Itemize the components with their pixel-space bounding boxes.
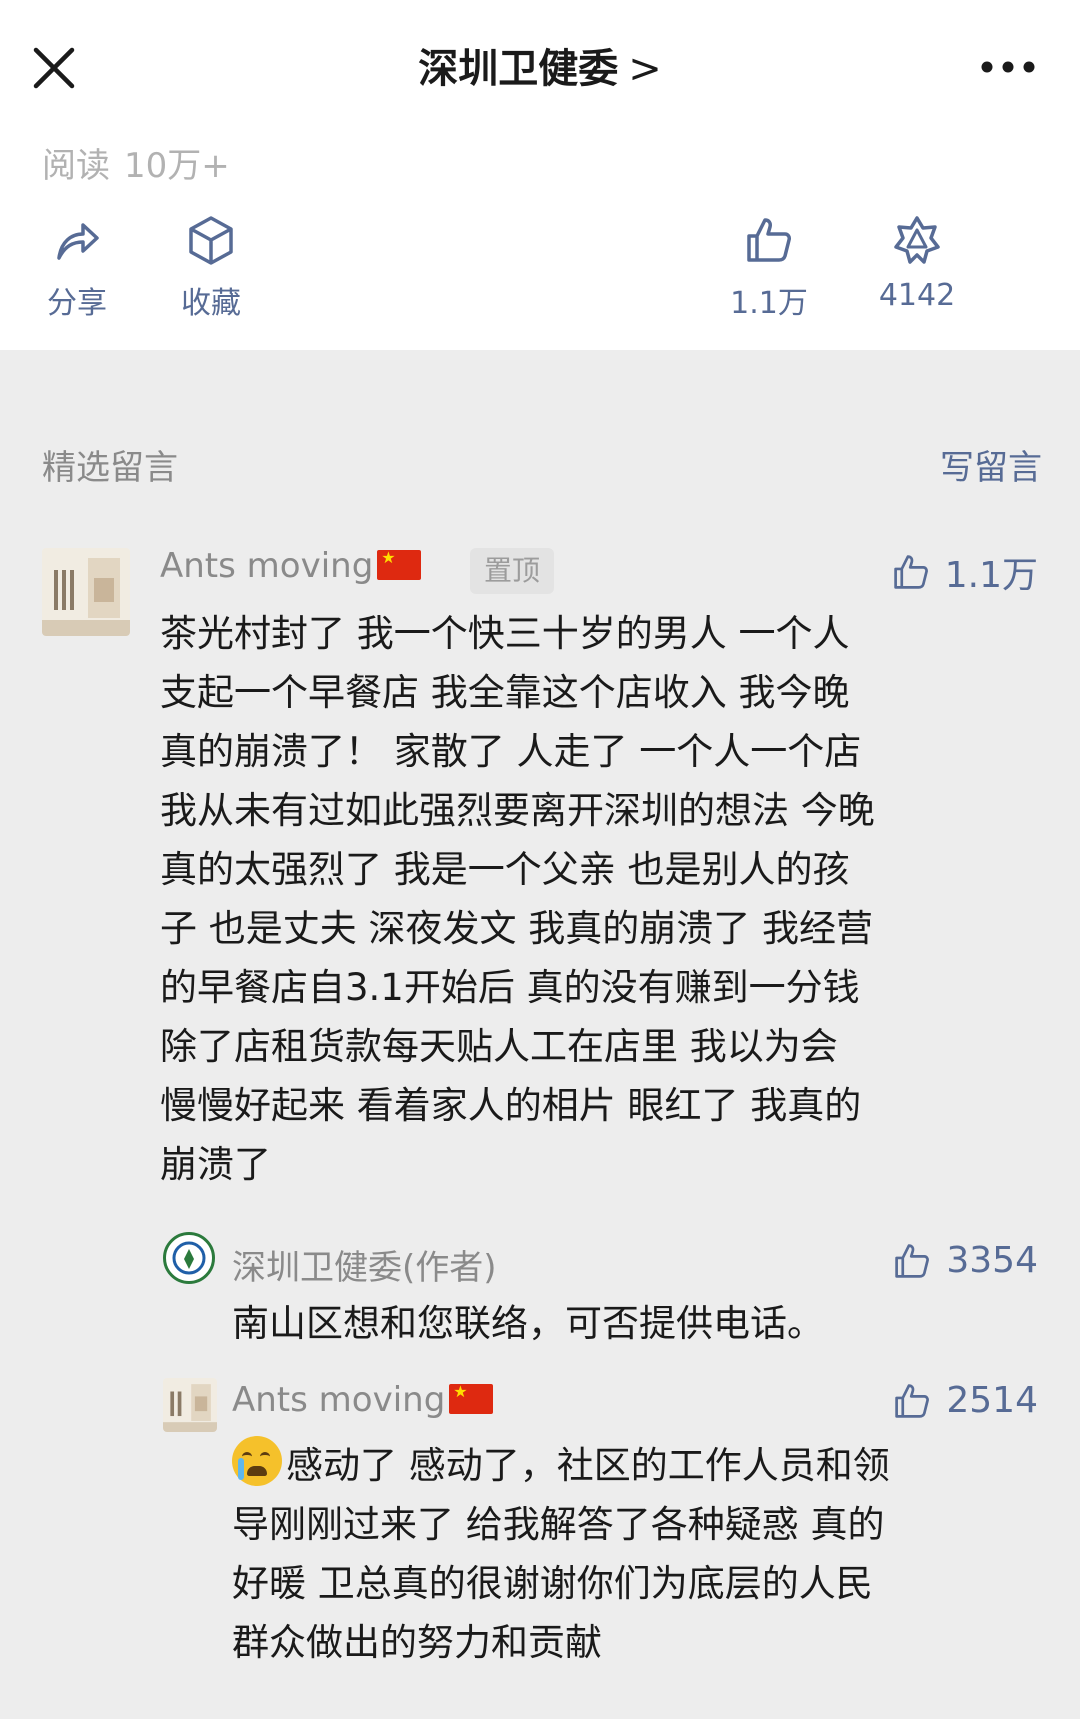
reply-line: 感动了 感动了，社区的工作人员和领 bbox=[232, 1436, 890, 1495]
reply-like-count: 2514 bbox=[946, 1380, 1038, 1421]
article-toolbar: 深圳卫健委 > 阅读 10万+ 分享 收藏 1.1万 4142 bbox=[0, 0, 1080, 350]
thumbs-up-icon bbox=[895, 1243, 930, 1278]
collect-button[interactable]: 收藏 bbox=[156, 214, 266, 322]
reply-body: 感动了 感动了，社区的工作人员和领 导刚刚过来了 给我解答了各种疑惑 真的 好暖… bbox=[232, 1436, 890, 1672]
reply-author[interactable]: 深圳卫健委(作者) bbox=[232, 1240, 497, 1289]
comment-line: 我从未有过如此强烈要离开深圳的想法 今晚 bbox=[160, 789, 875, 832]
comment-like-count: 1.1万 bbox=[944, 555, 1038, 596]
like-count: 1.1万 bbox=[730, 286, 808, 321]
china-flag-icon bbox=[449, 1382, 494, 1414]
reply-like-count: 3354 bbox=[946, 1240, 1038, 1281]
avatar[interactable] bbox=[163, 1378, 217, 1432]
thumbs-up-icon bbox=[895, 1383, 930, 1418]
reply-line: 好暖 卫总真的很谢谢你们为底层的人民 bbox=[232, 1562, 873, 1605]
comment-line: 真的崩溃了！ 家散了 人走了 一个人一个店 bbox=[160, 730, 862, 773]
reply-body: 南山区想和您联络，可否提供电话。 bbox=[232, 1294, 824, 1353]
reply-like-button[interactable]: 3354 bbox=[892, 1240, 1038, 1281]
account-name[interactable]: 深圳卫健委 bbox=[418, 46, 618, 92]
comment-author[interactable]: Ants moving bbox=[160, 546, 422, 586]
chevron-right-icon: > bbox=[628, 46, 662, 92]
reply-line-text: 感动了 感动了，社区的工作人员和领 bbox=[286, 1444, 890, 1487]
comment-line: 的早餐店自3.1开始后 真的没有赚到一分钱 bbox=[160, 966, 860, 1009]
share-label: 分享 bbox=[47, 286, 107, 321]
avatar[interactable] bbox=[42, 548, 130, 636]
avatar[interactable] bbox=[163, 1232, 215, 1284]
account-title[interactable]: 深圳卫健委 > bbox=[0, 36, 1080, 94]
crying-emoji-icon bbox=[232, 1436, 282, 1486]
wow-count: 4142 bbox=[878, 278, 956, 313]
comment-line: 茶光村封了 我一个快三十岁的男人 一个人 bbox=[160, 612, 850, 655]
featured-comments-title: 精选留言 bbox=[42, 448, 178, 488]
comment-author-name[interactable]: Ants moving bbox=[160, 546, 373, 586]
comment-line: 真的太强烈了 我是一个父亲 也是别人的孩 bbox=[160, 848, 850, 891]
reply-line: 群众做出的努力和贡献 bbox=[232, 1621, 602, 1664]
comment-line: 支起一个早餐店 我全靠这个店收入 我今晚 bbox=[160, 671, 850, 714]
wow-star-icon bbox=[894, 216, 940, 264]
thumbs-up-icon bbox=[747, 218, 791, 262]
reply-author[interactable]: Ants moving bbox=[232, 1380, 494, 1420]
write-comment-button[interactable]: 写留言 bbox=[940, 440, 1042, 489]
comment-like-button[interactable]: 1.1万 bbox=[891, 546, 1038, 598]
reply-line: 导刚刚过来了 给我解答了各种疑惑 真的 bbox=[232, 1503, 885, 1546]
reply-like-button[interactable]: 2514 bbox=[892, 1380, 1038, 1421]
cube-icon bbox=[189, 216, 233, 265]
share-icon bbox=[57, 223, 99, 260]
read-count-value: 10万+ bbox=[124, 146, 230, 186]
thumbs-up-icon bbox=[894, 555, 928, 589]
comment-line: 慢慢好起来 看着家人的相片 眼红了 我真的 bbox=[160, 1084, 862, 1127]
comment-line: 子 也是丈夫 深夜发文 我真的崩溃了 我经营 bbox=[160, 907, 874, 950]
comment-line: 除了店租货款每天贴人工在店里 我以为会 bbox=[160, 1025, 838, 1068]
pinned-badge: 置顶 bbox=[470, 548, 554, 594]
reply-line: 南山区想和您联络，可否提供电话。 bbox=[232, 1302, 824, 1345]
like-button[interactable]: 1.1万 bbox=[714, 214, 824, 322]
comment-body: 茶光村封了 我一个快三十岁的男人 一个人 支起一个早餐店 我全靠这个店收入 我今… bbox=[160, 604, 875, 1194]
reply-author-name[interactable]: Ants moving bbox=[232, 1380, 445, 1420]
read-count: 阅读 10万+ bbox=[42, 138, 244, 187]
share-button[interactable]: 分享 bbox=[22, 214, 132, 322]
comment-line: 崩溃了 bbox=[160, 1143, 271, 1186]
china-flag-icon bbox=[377, 548, 422, 580]
more-icon[interactable] bbox=[980, 60, 1036, 74]
collect-label: 收藏 bbox=[181, 286, 241, 321]
read-count-label: 阅读 bbox=[42, 146, 110, 186]
wow-button[interactable]: 4142 bbox=[862, 214, 972, 313]
